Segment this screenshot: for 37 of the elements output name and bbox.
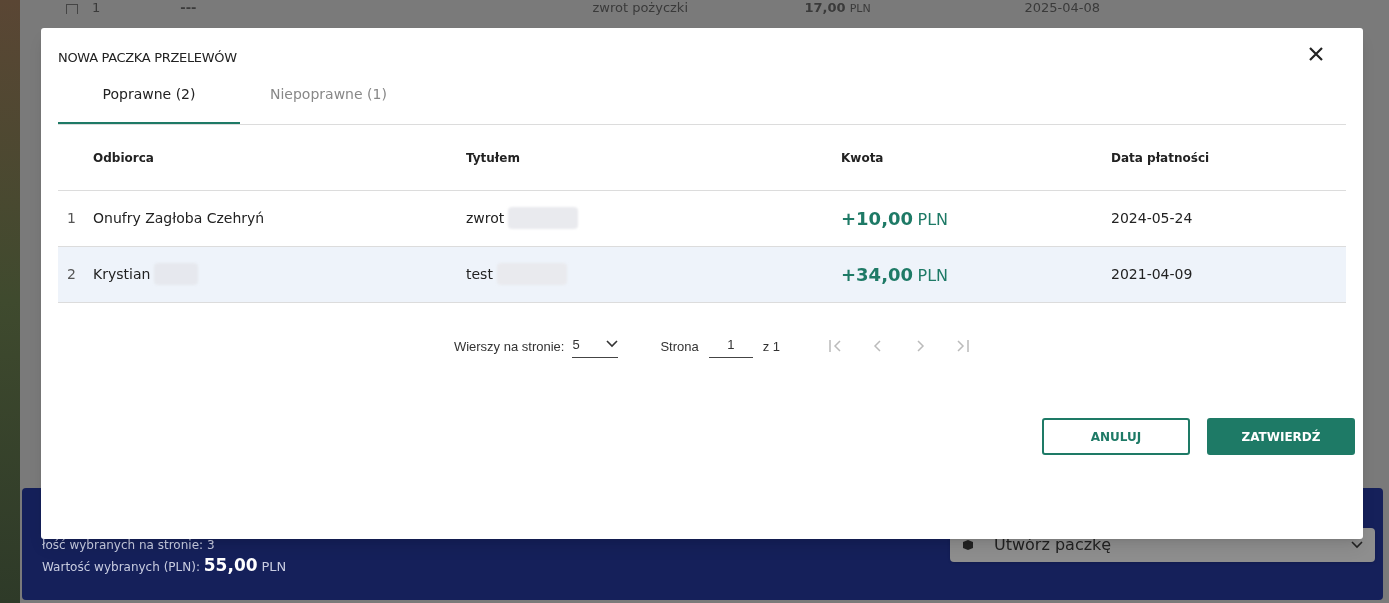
amount-text: 17,00 PLN <box>804 1 872 14</box>
dash-text: --- <box>180 1 197 14</box>
recipient-text: Krystian <box>93 264 151 284</box>
date-text: 2021-04-09 <box>1111 264 1194 284</box>
page-label: Strona <box>660 337 699 356</box>
title-text: test <box>466 264 493 284</box>
selected-count-text: łość wybranych na stronie: 3 <box>42 538 216 553</box>
column-header: Odbiorca <box>92 150 155 167</box>
page-count-text: z 1 <box>762 337 781 356</box>
date-text: 2024-05-24 <box>1111 208 1194 228</box>
chevron-down-icon <box>1351 541 1363 549</box>
selected-value-text: Wartość wybranych (PLN): 55,00 PLN <box>42 555 287 577</box>
tab[interactable]: Niepoprawne (1) <box>240 83 417 124</box>
rows-per-page-label: Wierszy na stronie: <box>453 337 565 356</box>
rows-per-page-select[interactable]: 5 <box>572 334 619 358</box>
amount-text: +10,00 PLN <box>841 211 948 228</box>
row-number: 2 <box>66 264 77 284</box>
checkbox-icon[interactable] <box>66 4 78 14</box>
column-header: Tytułem <box>466 150 521 167</box>
row-number: 1 <box>92 1 101 14</box>
last-page-icon[interactable] <box>954 338 971 355</box>
confirm-button[interactable]: ZATWIERDŹ <box>1207 418 1355 455</box>
chevron-down-icon <box>606 340 619 349</box>
recipient-text: Onufry Zagłoba Czehryń <box>93 208 265 228</box>
row-number: 1 <box>66 208 77 228</box>
dialog-title: NOWA PACZKA PRZELEWÓW <box>58 49 237 67</box>
title-text: zwrot <box>466 208 505 228</box>
page-input[interactable]: 1 <box>708 334 753 358</box>
close-icon[interactable] <box>1308 46 1324 62</box>
cancel-button[interactable]: ANULUJ <box>1042 418 1190 455</box>
title-text: zwrot pożyczki <box>592 1 689 14</box>
column-header: Kwota <box>841 150 885 167</box>
column-header: Data płatności <box>1111 150 1211 167</box>
amount-text: +34,00 PLN <box>841 267 948 284</box>
tab[interactable]: Poprawne (2) <box>58 83 240 124</box>
date-text: 2025-04-08 <box>1024 1 1101 14</box>
table-row[interactable]: 2 Krystian test +34,00 PLN 2021-04-09 <box>58 246 1346 303</box>
